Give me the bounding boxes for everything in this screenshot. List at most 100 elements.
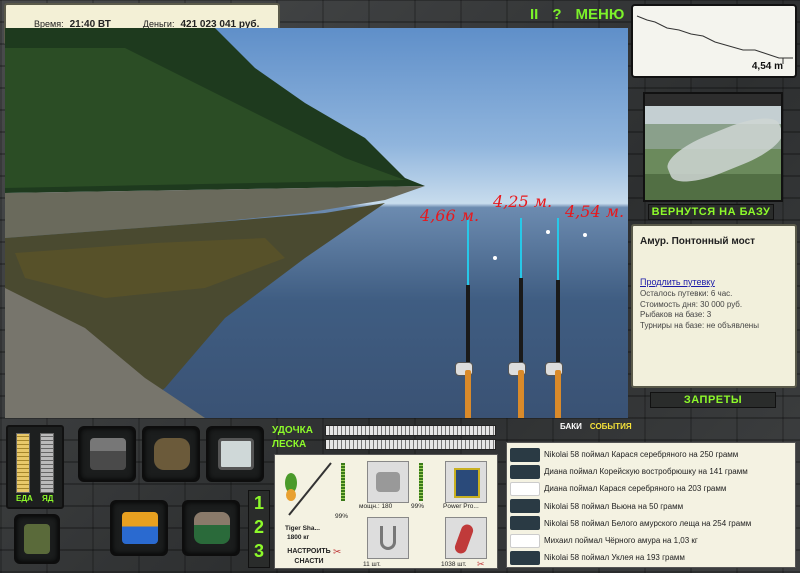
reel-power: мощн.: 180 [359, 503, 393, 510]
tackle-panel: 99% Tiger Sha... 1800 кг мощн.: 180 99% … [274, 454, 498, 569]
bobber [583, 233, 587, 237]
rod-2-distance: 4,25 м. [493, 192, 553, 211]
catch-text: Nikolai 58 поймал Белого амурского леща … [544, 518, 752, 528]
food-basket-button[interactable] [110, 500, 168, 556]
tackle-box-button[interactable] [78, 426, 136, 482]
fish-icon [510, 464, 540, 479]
rod-select-2[interactable]: 2 [249, 515, 269, 539]
fish-icon [510, 533, 540, 548]
poison-label: ЯД [42, 494, 54, 503]
catch-text: Михаил поймал Чёрного амура на 1,03 кг [544, 536, 698, 546]
location-thumbnail [643, 92, 783, 202]
fuel-can-icon [24, 524, 50, 554]
fish-icon [510, 481, 540, 496]
rod-select-3[interactable]: 3 [249, 539, 269, 563]
reel-durability: 99% [411, 503, 425, 510]
return-to-base-button[interactable]: ВЕРНУТСЯ НА БАЗУ [648, 204, 774, 220]
bait-slot[interactable] [445, 517, 487, 559]
reel-slot[interactable] [367, 461, 409, 503]
bans-button[interactable]: ЗАПРЕТЫ [650, 392, 776, 408]
status-meters: ЕДА ЯД [6, 425, 64, 509]
events-tab[interactable]: СОБЫТИЯ [590, 422, 632, 431]
fuel-can-button[interactable] [14, 514, 60, 564]
fish-icon [510, 516, 540, 531]
list-item: Nikolai 58 поймал Карася серебряного на … [510, 446, 792, 463]
rod-selector: 1 2 3 [248, 490, 270, 568]
fish-icon [510, 499, 540, 514]
depth-profile: 4,54 m [631, 4, 797, 78]
list-item: Nikolai 58 поймал Уклея на 193 грамм [510, 549, 792, 566]
food-basket-icon [122, 512, 158, 544]
line-bar-label: ЛЕСКА [272, 439, 307, 450]
configure-tackle-button[interactable]: НАСТРОИТЬ СНАСТИ [281, 547, 337, 567]
rod-3-distance: 4,54 м. [565, 202, 625, 221]
line-spool-icon [454, 468, 480, 498]
fishing-rod-3[interactable] [545, 218, 564, 418]
line-tension-bar [325, 439, 496, 450]
food-label: ЕДА [16, 494, 33, 503]
notebook-icon [218, 438, 254, 470]
permit-remaining: Осталось путевки: 6 час. [640, 289, 733, 298]
rod-durability: 99% [335, 513, 349, 520]
rod-bar-label: УДОЧКА [272, 425, 313, 436]
fish-icon [510, 447, 540, 462]
tournaments-status: Турниры на базе: не объявлены [640, 320, 759, 330]
hook-count: 11 шт. [363, 561, 381, 568]
list-item: Михаил поймал Чёрного амура на 1,03 кг [510, 532, 792, 549]
rod-line-status: УДОЧКА ЛЕСКА [272, 424, 496, 452]
tackle-box-icon [90, 438, 126, 470]
fishing-scene[interactable]: 4,66 м. 4,25 м. 4,54 м. [5, 28, 628, 418]
extend-permit-link[interactable]: Продлить путевку [640, 277, 788, 287]
rod-slot[interactable] [279, 459, 337, 519]
poison-meter [40, 433, 54, 493]
bobber [493, 256, 497, 260]
bait-worm-icon [453, 522, 475, 556]
rod-tension-bar [325, 425, 496, 436]
anglers-count: Рыбаков на базе: 3 [640, 310, 712, 319]
pause-button[interactable]: II [530, 6, 538, 23]
location-title: Амур. Понтонный мост [640, 236, 756, 247]
notebook-button[interactable] [206, 426, 264, 482]
backpack-icon [154, 438, 190, 470]
bobber [546, 230, 550, 234]
rod-name: Tiger Sha... [285, 525, 320, 532]
menu-button[interactable]: МЕНЮ [576, 6, 625, 23]
bait-bucket-icon [194, 512, 230, 544]
location-info-panel: Амур. Понтонный мост Продлить путевку Ос… [631, 224, 797, 388]
rod-icon [285, 462, 332, 516]
line-slot[interactable] [445, 461, 487, 503]
rod-durability-bar [341, 463, 345, 501]
rod-select-1[interactable]: 1 [249, 491, 269, 515]
bait-remove-icon[interactable]: ✂ [477, 559, 485, 570]
list-item: Nikolai 58 поймал Белого амурского леща … [510, 515, 792, 532]
fishing-rod-1[interactable] [455, 220, 474, 418]
catch-text: Nikolai 58 поймал Карася серебряного на … [544, 450, 739, 460]
hook-icon [380, 526, 396, 550]
catch-log: Nikolai 58 поймал Карася серебряного на … [506, 442, 796, 568]
food-meter [16, 433, 30, 493]
catch-text: Nikolai 58 поймал Вьюна на 50 грамм [544, 501, 684, 511]
bait-count: 1038 шт. [441, 561, 467, 568]
landscape-image [5, 28, 425, 418]
hook-slot[interactable] [367, 517, 409, 559]
catch-text: Nikolai 58 поймал Уклея на 193 грамм [544, 553, 685, 563]
reel-durability-bar [419, 463, 423, 501]
bait-bucket-button[interactable] [182, 500, 240, 556]
backpack-button[interactable] [142, 426, 200, 482]
depth-value: 4,54 m [751, 61, 783, 72]
fishing-rod-2[interactable] [508, 218, 527, 418]
catch-text: Диана поймал Корейскую востробрюшку на 1… [544, 467, 748, 477]
events-header: БАКИ СОБЫТИЯ [560, 422, 632, 431]
day-cost: Стоимость дня: 30 000 руб. [640, 299, 743, 309]
configure-tackle-icon[interactable]: ✂ [333, 547, 341, 558]
top-menu: II ? МЕНЮ [530, 4, 624, 24]
tanks-tab[interactable]: БАКИ [560, 422, 582, 431]
list-item: Диана поймал Карася серебряного на 203 г… [510, 480, 792, 497]
help-button[interactable]: ? [552, 6, 561, 23]
reel-icon [376, 472, 400, 492]
rod-weight: 1800 кг [287, 534, 310, 541]
list-item: Диана поймал Корейскую востробрюшку на 1… [510, 463, 792, 480]
fish-icon [510, 550, 540, 565]
list-item: Nikolai 58 поймал Вьюна на 50 грамм [510, 498, 792, 515]
line-name: Power Pro... [443, 503, 479, 510]
